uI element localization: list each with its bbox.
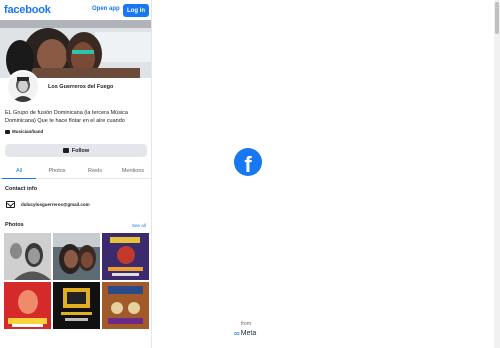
top-bar: facebook Open app Log in [0,0,151,20]
page-category: Musician/band [5,129,43,134]
meta-infinity-icon: ∞ [234,329,240,338]
tab-mentions[interactable]: Mentions [114,163,151,178]
meta-logo: ∞ Meta [234,329,256,338]
page-name: Los Guerreros del Fuego [48,84,114,90]
scrollbar-thumb[interactable] [495,2,499,34]
follow-button[interactable]: Follow [5,144,147,157]
briefcase-icon [5,129,10,134]
photo-thumbnail[interactable] [102,233,149,280]
photos-heading: Photos [5,222,24,228]
contact-heading: Contact info [5,186,38,192]
photo-thumbnail[interactable] [4,282,51,329]
photo-thumbnail[interactable] [53,233,100,280]
photo-thumbnail[interactable] [4,233,51,280]
email-row[interactable]: dulucylosguerreros@gmail.com [6,201,90,208]
facebook-logo[interactable]: facebook [4,4,51,16]
profile-tabs: All Photos Reels Mentions [0,163,151,179]
tab-photos[interactable]: Photos [38,163,76,178]
login-button[interactable]: Log in [123,4,149,17]
photo-grid [4,233,150,329]
avatar-image [8,72,38,102]
photo-thumbnail[interactable] [102,282,149,329]
page-bio: EL Grupo de fusión Dominicana (la tercer… [5,110,128,124]
from-label: from [241,321,251,327]
mail-icon [6,201,15,208]
tab-reels[interactable]: Reels [76,163,114,178]
open-app-link[interactable]: Open app [92,6,120,12]
follow-icon [62,148,69,153]
tab-all[interactable]: All [0,163,38,179]
profile-avatar[interactable] [6,70,40,104]
mobile-profile-panel: facebook Open app Log in Los Guerreros d… [0,0,152,348]
email-address[interactable]: dulucylosguerreros@gmail.com [21,202,90,207]
see-all-link[interactable]: See all [132,223,146,228]
category-label: Musician/band [12,129,44,134]
facebook-icon: f [234,148,262,177]
scrollbar[interactable] [494,0,500,348]
photo-thumbnail[interactable] [53,282,100,329]
desktop-splash-panel: f from ∞ Meta [152,0,500,348]
follow-label: Follow [71,147,90,154]
meta-label: Meta [240,330,257,337]
